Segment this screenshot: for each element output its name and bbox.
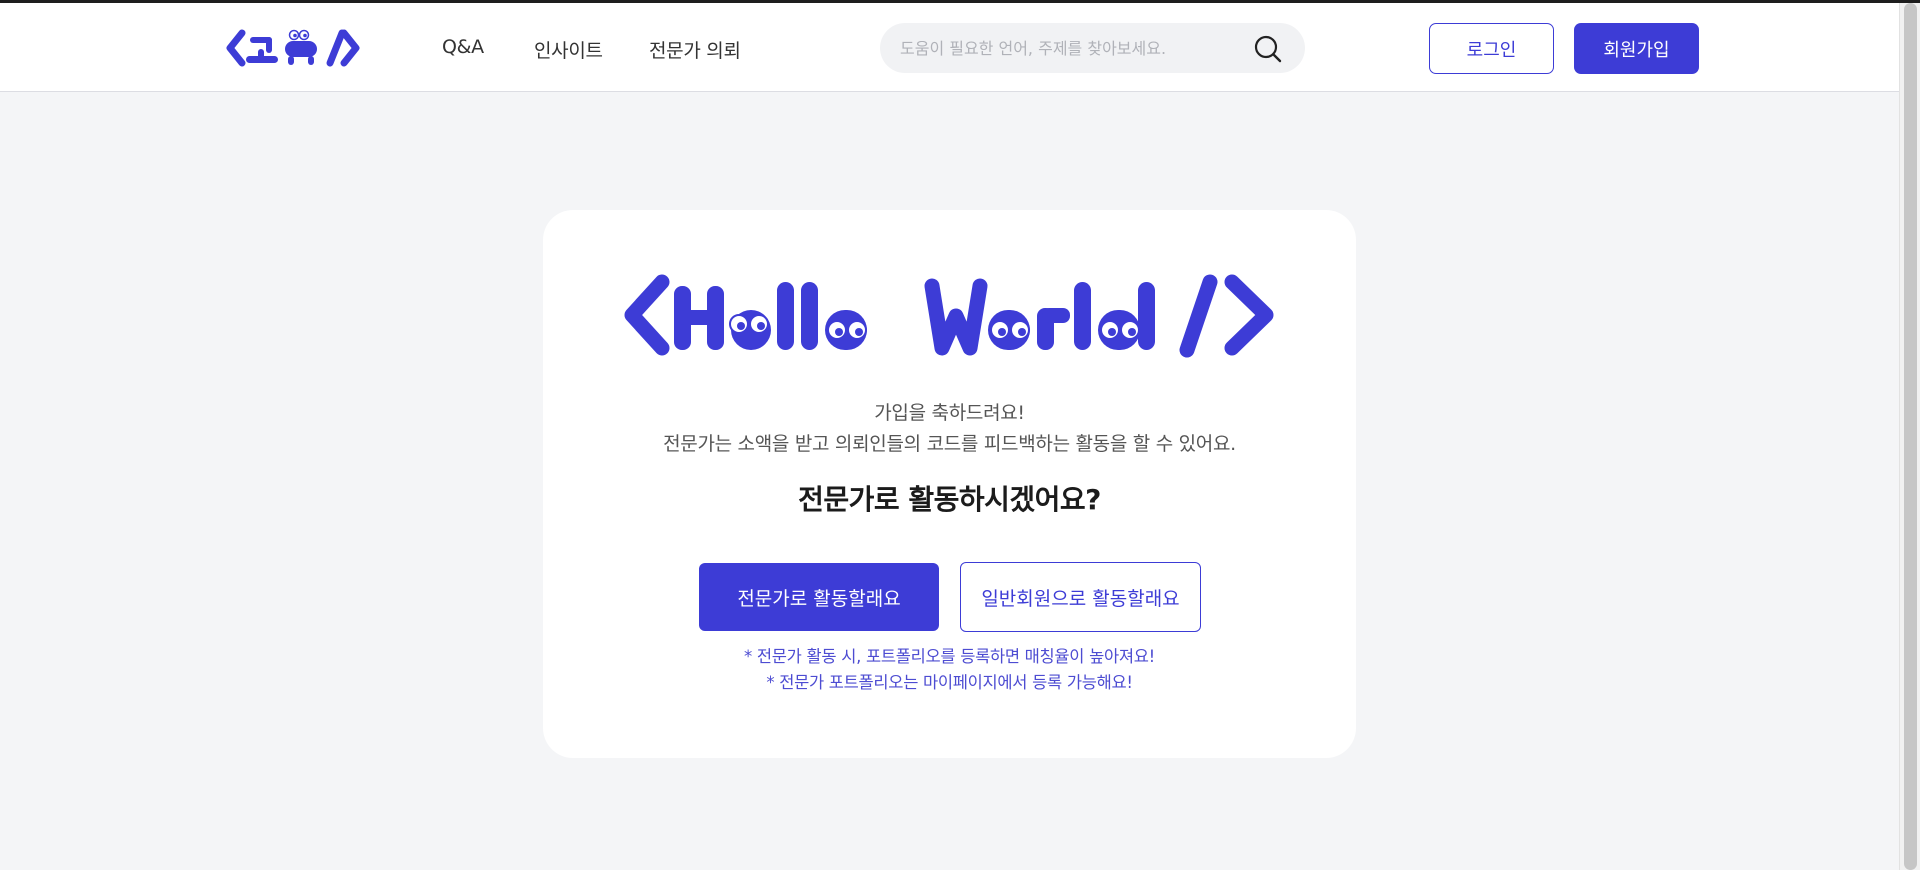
site-logo[interactable] [226,27,360,69]
expert-question: 전문가로 활동하시겠어요? [798,483,1101,516]
portfolio-note: * 전문가 활동 시, 포트폴리오를 등록하면 매칭율이 높아져요! [744,647,1155,666]
scrollbar-thumb[interactable] [1904,3,1917,870]
nav-insight[interactable]: 인사이트 [534,36,603,63]
search-icon[interactable] [1252,33,1284,65]
vertical-scrollbar[interactable] [1899,3,1920,870]
hello-world-logo [624,274,1274,358]
become-expert-button[interactable]: 전문가로 활동할래요 [699,563,939,631]
expert-description: 전문가는 소액을 받고 의뢰인들의 코드를 피드백하는 활동을 할 수 있어요. [663,433,1236,455]
general-member-button[interactable]: 일반회원으로 활동할래요 [960,562,1201,632]
signup-button[interactable]: 회원가입 [1574,23,1699,74]
welcome-message: 가입을 축하드려요! [874,402,1025,424]
site-header: Q&A 인사이트 전문가 의뢰 로그인 회원가입 [0,3,1899,92]
nav-qna[interactable]: Q&A [442,36,484,58]
search-input[interactable] [900,23,1240,73]
search-bar [880,23,1305,73]
portfolio-mypage-note: * 전문가 포트폴리오는 마이페이지에서 등록 가능해요! [766,673,1133,692]
welcome-card: 가입을 축하드려요! 전문가는 소액을 받고 의뢰인들의 코드를 피드백하는 활… [543,210,1356,758]
nav-expert-request[interactable]: 전문가 의뢰 [649,36,741,63]
login-button[interactable]: 로그인 [1429,23,1554,74]
